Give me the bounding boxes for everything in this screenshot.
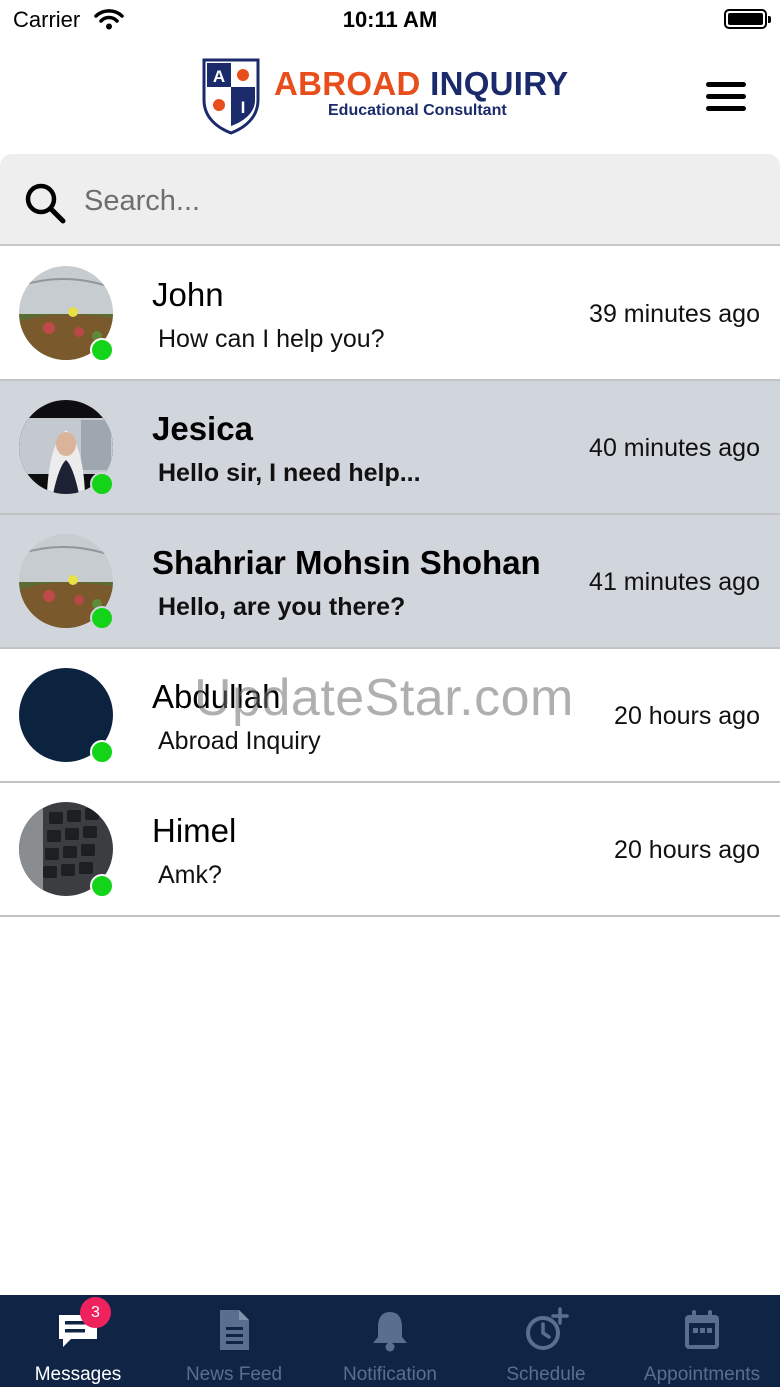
contact-name: Himel [152, 812, 237, 849]
brand-name-part2: INQUIRY [430, 65, 569, 102]
document-icon [220, 1310, 249, 1350]
tab-appointments[interactable]: Appointments [624, 1295, 780, 1387]
battery-icon [724, 9, 771, 29]
shield-logo-icon: A I [202, 58, 260, 135]
tab-label: News Feed [185, 1364, 283, 1385]
online-status-dot [90, 472, 114, 496]
clock-plus-icon [526, 1307, 569, 1350]
conversation-row-shahriar[interactable]: Shahriar Mohsin Shohan Hello, are you th… [0, 515, 780, 649]
contact-name: John [152, 276, 224, 313]
tab-news-feed[interactable]: News Feed [156, 1295, 312, 1387]
conversation-row-john[interactable]: John How can I help you? 39 minutes ago [0, 247, 780, 381]
menu-bar-icon [706, 94, 746, 99]
tab-messages[interactable]: 3 Messages [0, 1295, 156, 1387]
tab-label: Notification [343, 1364, 437, 1385]
message-preview: Hello, are you there? [158, 593, 406, 621]
message-preview: How can I help you? [158, 325, 385, 353]
hamburger-menu-button[interactable] [700, 78, 752, 118]
bell-icon [373, 1312, 407, 1352]
tab-schedule[interactable]: Schedule [468, 1295, 624, 1387]
contact-name: Jesica [152, 410, 253, 447]
message-time: 20 hours ago [614, 836, 760, 864]
brand-subtitle: Educational Consultant [328, 102, 507, 119]
status-bar: Carrier 10:11 AM [0, 0, 780, 40]
conversation-list: John How can I help you? 39 minutes ago … [0, 247, 780, 917]
tab-notification[interactable]: Notification [312, 1295, 468, 1387]
conversation-row-himel[interactable]: Himel Amk? 20 hours ago [0, 783, 780, 917]
logo-letter-i: I [241, 98, 246, 117]
message-time: 20 hours ago [614, 702, 760, 730]
menu-bar-icon [706, 82, 746, 87]
tab-label: Schedule [506, 1364, 586, 1385]
unread-count-badge: 3 [80, 1297, 111, 1328]
online-status-dot [90, 606, 114, 630]
logo-letter-a: A [213, 67, 225, 86]
menu-bar-icon [706, 106, 746, 111]
watermark-text: UpdateStar.com [194, 669, 574, 727]
brand-text: ABROAD INQUIRY Educational Consultant [274, 66, 569, 120]
search-bar [0, 154, 780, 246]
search-input[interactable] [84, 179, 684, 223]
message-preview: Hello sir, I need help... [158, 459, 421, 487]
tab-label: Appointments [643, 1364, 761, 1385]
message-time: 40 minutes ago [589, 434, 760, 462]
online-status-dot [90, 874, 114, 898]
online-status-dot [90, 338, 114, 362]
online-status-dot [90, 740, 114, 764]
calendar-icon [685, 1310, 719, 1349]
brand-name-part1: ABROAD [274, 65, 421, 102]
app-header: A I ABROAD INQUIRY Educational Consultan… [0, 40, 780, 154]
message-preview: Abroad Inquiry [158, 727, 321, 755]
contact-name: Shahriar Mohsin Shohan [152, 544, 541, 581]
message-preview: Amk? [158, 861, 222, 889]
tab-label: Messages [34, 1364, 122, 1385]
clock-time: 10:11 AM [342, 7, 438, 32]
bottom-tab-bar: 3 Messages News Feed Notification Schedu… [0, 1295, 780, 1387]
brand-logo[interactable]: A I ABROAD INQUIRY Educational Consultan… [200, 56, 580, 136]
conversation-row-jesica[interactable]: Jesica Hello sir, I need help... 40 minu… [0, 381, 780, 515]
message-time: 41 minutes ago [589, 568, 760, 596]
message-time: 39 minutes ago [589, 300, 760, 328]
search-icon [25, 183, 66, 224]
